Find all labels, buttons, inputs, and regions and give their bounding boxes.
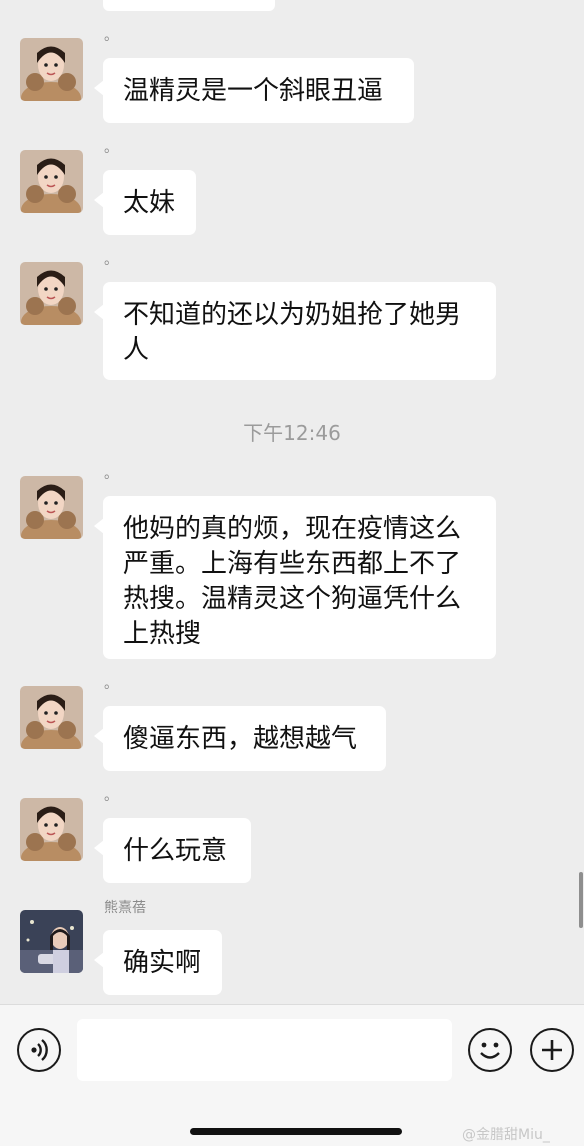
message-bubble[interactable]: 他妈的真的烦，现在疫情这么严重。上海有些东西都上不了热搜。温精灵这个狗逼凭什么上… xyxy=(94,496,496,659)
avatar[interactable] xyxy=(20,798,83,861)
sender-name: 。 xyxy=(104,466,118,482)
home-indicator[interactable] xyxy=(190,1128,402,1135)
avatar[interactable] xyxy=(20,910,83,973)
sender-name: 。 xyxy=(104,788,118,804)
timestamp: 下午12:46 xyxy=(243,421,341,445)
avatar[interactable] xyxy=(20,262,83,325)
scroll-indicator[interactable] xyxy=(579,872,583,928)
previous-message-bubble xyxy=(103,0,275,11)
avatar[interactable] xyxy=(20,150,83,213)
sender-name: 。 xyxy=(104,252,118,268)
sender-name: 。 xyxy=(104,28,118,44)
message-bubble[interactable]: 太妹 xyxy=(94,170,196,235)
message-bubble[interactable]: 确实啊 xyxy=(94,930,222,995)
sender-name: 。 xyxy=(104,140,118,156)
input-bar: @金腊甜Miu_ xyxy=(0,1004,584,1146)
avatar[interactable] xyxy=(20,476,83,539)
avatar[interactable] xyxy=(20,38,83,101)
plus-icon[interactable] xyxy=(530,1028,574,1072)
chat-area[interactable]: 。 温精灵是一个斜眼丑逼 。 太妹 。 不知道的还以为奶姐抢了她男人 下午12:… xyxy=(0,0,584,1004)
sender-name: 。 xyxy=(104,676,118,692)
sender-name: 熊熹蓓 xyxy=(104,900,146,916)
message-bubble[interactable]: 不知道的还以为奶姐抢了她男人 xyxy=(94,282,496,380)
message-input[interactable] xyxy=(77,1019,452,1081)
message-bubble[interactable]: 傻逼东西，越想越气 xyxy=(94,706,386,771)
message-bubble[interactable]: 温精灵是一个斜眼丑逼 xyxy=(94,58,414,123)
watermark: @金腊甜Miu_ xyxy=(462,1127,550,1143)
message-bubble[interactable]: 什么玩意 xyxy=(94,818,251,883)
voice-icon[interactable] xyxy=(17,1028,61,1072)
emoji-icon[interactable] xyxy=(468,1028,512,1072)
avatar[interactable] xyxy=(20,686,83,749)
